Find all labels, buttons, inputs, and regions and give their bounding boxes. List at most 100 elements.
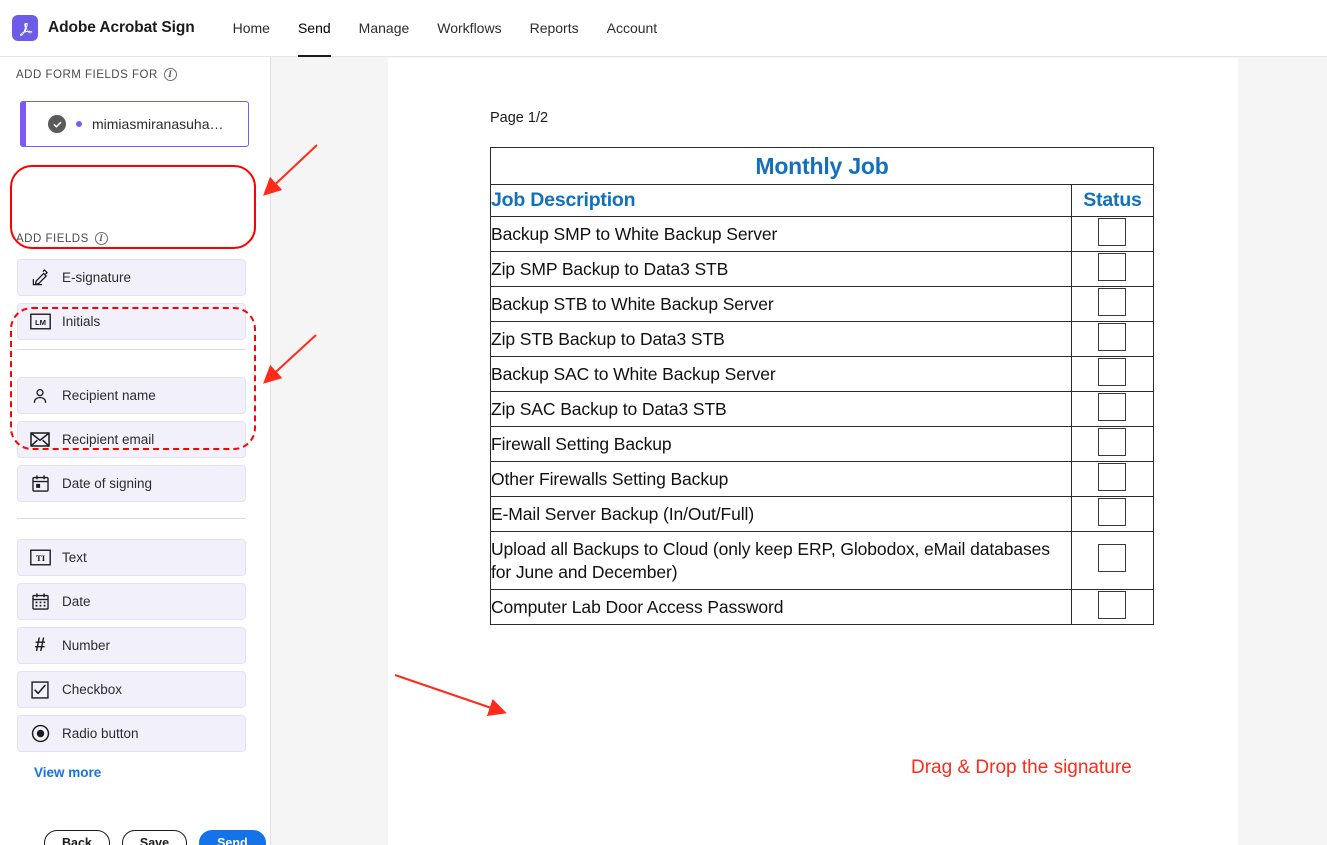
save-button[interactable]: Save	[121, 830, 188, 845]
job-description-cell: Backup SAC to White Backup Server	[490, 356, 1072, 392]
job-description-cell: Other Firewalls Setting Backup	[490, 461, 1072, 497]
table-title: Monthly Job	[490, 147, 1154, 185]
nav-link-reports[interactable]: Reports	[516, 0, 593, 57]
field-button-date-of-signing[interactable]: Date of signing	[17, 465, 246, 502]
status-cell	[1070, 589, 1155, 625]
job-description-cell: Computer Lab Door Access Password	[490, 589, 1072, 625]
app-root: Adobe Acrobat Sign Home Send Manage Work…	[0, 0, 1327, 845]
job-description-cell: Upload all Backups to Cloud (only keep E…	[490, 531, 1072, 590]
status-cell	[1070, 391, 1155, 427]
field-button-e-signature[interactable]: E-signature	[17, 259, 246, 296]
top-navigation-bar: Adobe Acrobat Sign Home Send Manage Work…	[0, 0, 1327, 57]
drag-drop-annotation-text: Drag & Drop the signature	[911, 757, 1132, 778]
calendar-check-icon	[29, 473, 51, 495]
field-label: E-signature	[62, 270, 132, 285]
brand-name: Adobe Acrobat Sign	[48, 19, 195, 36]
table-row: Backup SMP to White Backup Server	[490, 216, 1155, 252]
status-cell	[1070, 216, 1155, 252]
view-more-link[interactable]: View more	[34, 765, 101, 780]
nav-link-home[interactable]: Home	[219, 0, 284, 57]
field-button-recipient-name[interactable]: Recipient name	[17, 377, 246, 414]
field-button-checkbox[interactable]: Checkbox	[17, 671, 246, 708]
status-checkbox[interactable]	[1098, 590, 1127, 619]
job-description-cell: E-Mail Server Backup (In/Out/Full)	[490, 496, 1072, 532]
status-checkbox[interactable]	[1098, 357, 1127, 386]
field-button-number[interactable]: # Number	[17, 627, 246, 664]
add-form-fields-label: ADD FORM FIELDS FOR i	[16, 68, 177, 81]
table-row: Upload all Backups to Cloud (only keep E…	[490, 531, 1155, 590]
info-icon[interactable]: i	[94, 232, 108, 245]
table-header-row: Job Description Status	[490, 184, 1155, 217]
recipient-selector-chip[interactable]: mimiasmiranasuha…	[20, 101, 249, 147]
nav-links: Home Send Manage Workflows Reports Accou…	[219, 0, 672, 57]
monthly-job-table: Monthly Job Job Description Status Backu…	[490, 147, 1155, 625]
field-label: Date of signing	[62, 476, 153, 491]
status-cell	[1070, 251, 1155, 287]
info-icon[interactable]: i	[163, 68, 177, 81]
field-label: Initials	[62, 314, 101, 329]
status-cell	[1070, 426, 1155, 462]
field-button-radio-button[interactable]: Radio button	[17, 715, 246, 752]
field-button-initials[interactable]: LM Initials	[17, 303, 246, 340]
svg-text:LM: LM	[34, 318, 45, 327]
status-cell	[1070, 356, 1155, 392]
field-label: Checkbox	[62, 682, 123, 697]
status-checkbox[interactable]	[1098, 427, 1127, 456]
nav-link-workflows[interactable]: Workflows	[423, 0, 515, 57]
document-viewer: Page 1/2 Monthly Job Job Description Sta…	[271, 57, 1327, 845]
field-label: Recipient name	[62, 388, 156, 403]
field-label: Text	[62, 550, 87, 565]
job-description-cell: Zip SMP Backup to Data3 STB	[490, 251, 1072, 287]
status-checkbox[interactable]	[1098, 497, 1127, 526]
page-indicator: Page 1/2	[490, 110, 549, 126]
table-row: Zip STB Backup to Data3 STB	[490, 321, 1155, 357]
status-checkbox[interactable]	[1098, 252, 1127, 281]
table-row: Backup STB to White Backup Server	[490, 286, 1155, 322]
field-label: Number	[62, 638, 111, 653]
nav-link-manage[interactable]: Manage	[345, 0, 424, 57]
field-label: Recipient email	[62, 432, 155, 447]
adobe-acrobat-logo-icon	[12, 15, 38, 41]
column-header-job-description: Job Description	[490, 184, 1072, 217]
hash-icon: #	[34, 634, 46, 656]
field-button-date[interactable]: Date	[17, 583, 246, 620]
initials-icon: LM	[29, 311, 51, 333]
status-checkbox[interactable]	[1098, 462, 1127, 491]
nav-link-account[interactable]: Account	[593, 0, 672, 57]
text-field-icon: TI	[29, 547, 51, 569]
back-button[interactable]: Back	[44, 830, 110, 845]
field-button-text[interactable]: TI Text	[17, 539, 246, 576]
document-page: Page 1/2 Monthly Job Job Description Sta…	[388, 58, 1238, 845]
person-icon	[29, 385, 51, 407]
job-description-cell: Zip STB Backup to Data3 STB	[490, 321, 1072, 357]
status-checkbox[interactable]	[1098, 322, 1127, 351]
job-description-cell: Backup SMP to White Backup Server	[490, 216, 1072, 252]
calendar-icon	[29, 591, 51, 613]
table-row: Computer Lab Door Access Password	[490, 589, 1155, 625]
status-checkbox[interactable]	[1098, 287, 1127, 316]
status-cell	[1070, 461, 1155, 497]
column-header-status: Status	[1070, 184, 1155, 217]
job-description-cell: Zip SAC Backup to Data3 STB	[490, 391, 1072, 427]
sidebar-divider	[17, 349, 246, 350]
form-fields-sidebar: ADD FORM FIELDS FOR i mimiasmiranasuha… …	[0, 57, 271, 845]
status-cell	[1070, 531, 1155, 590]
table-row: Zip SMP Backup to Data3 STB	[490, 251, 1155, 287]
brand: Adobe Acrobat Sign	[12, 15, 195, 41]
job-description-cell: Backup STB to White Backup Server	[490, 286, 1072, 322]
recipient-name: mimiasmiranasuha…	[92, 116, 224, 132]
envelope-icon	[29, 429, 51, 451]
status-checkbox[interactable]	[1098, 544, 1127, 572]
add-fields-text: ADD FIELDS	[16, 232, 89, 245]
svg-text:TI: TI	[35, 553, 45, 563]
status-checkbox[interactable]	[1098, 392, 1127, 421]
table-row: E-Mail Server Backup (In/Out/Full)	[490, 496, 1155, 532]
status-cell	[1070, 496, 1155, 532]
nav-link-send[interactable]: Send	[284, 0, 345, 57]
send-button[interactable]: Send	[199, 830, 266, 845]
job-description-cell: Firewall Setting Backup	[490, 426, 1072, 462]
status-checkbox[interactable]	[1098, 217, 1127, 246]
field-button-recipient-email[interactable]: Recipient email	[17, 421, 246, 458]
add-form-fields-text: ADD FORM FIELDS FOR	[16, 68, 158, 81]
sidebar-divider	[17, 518, 246, 519]
